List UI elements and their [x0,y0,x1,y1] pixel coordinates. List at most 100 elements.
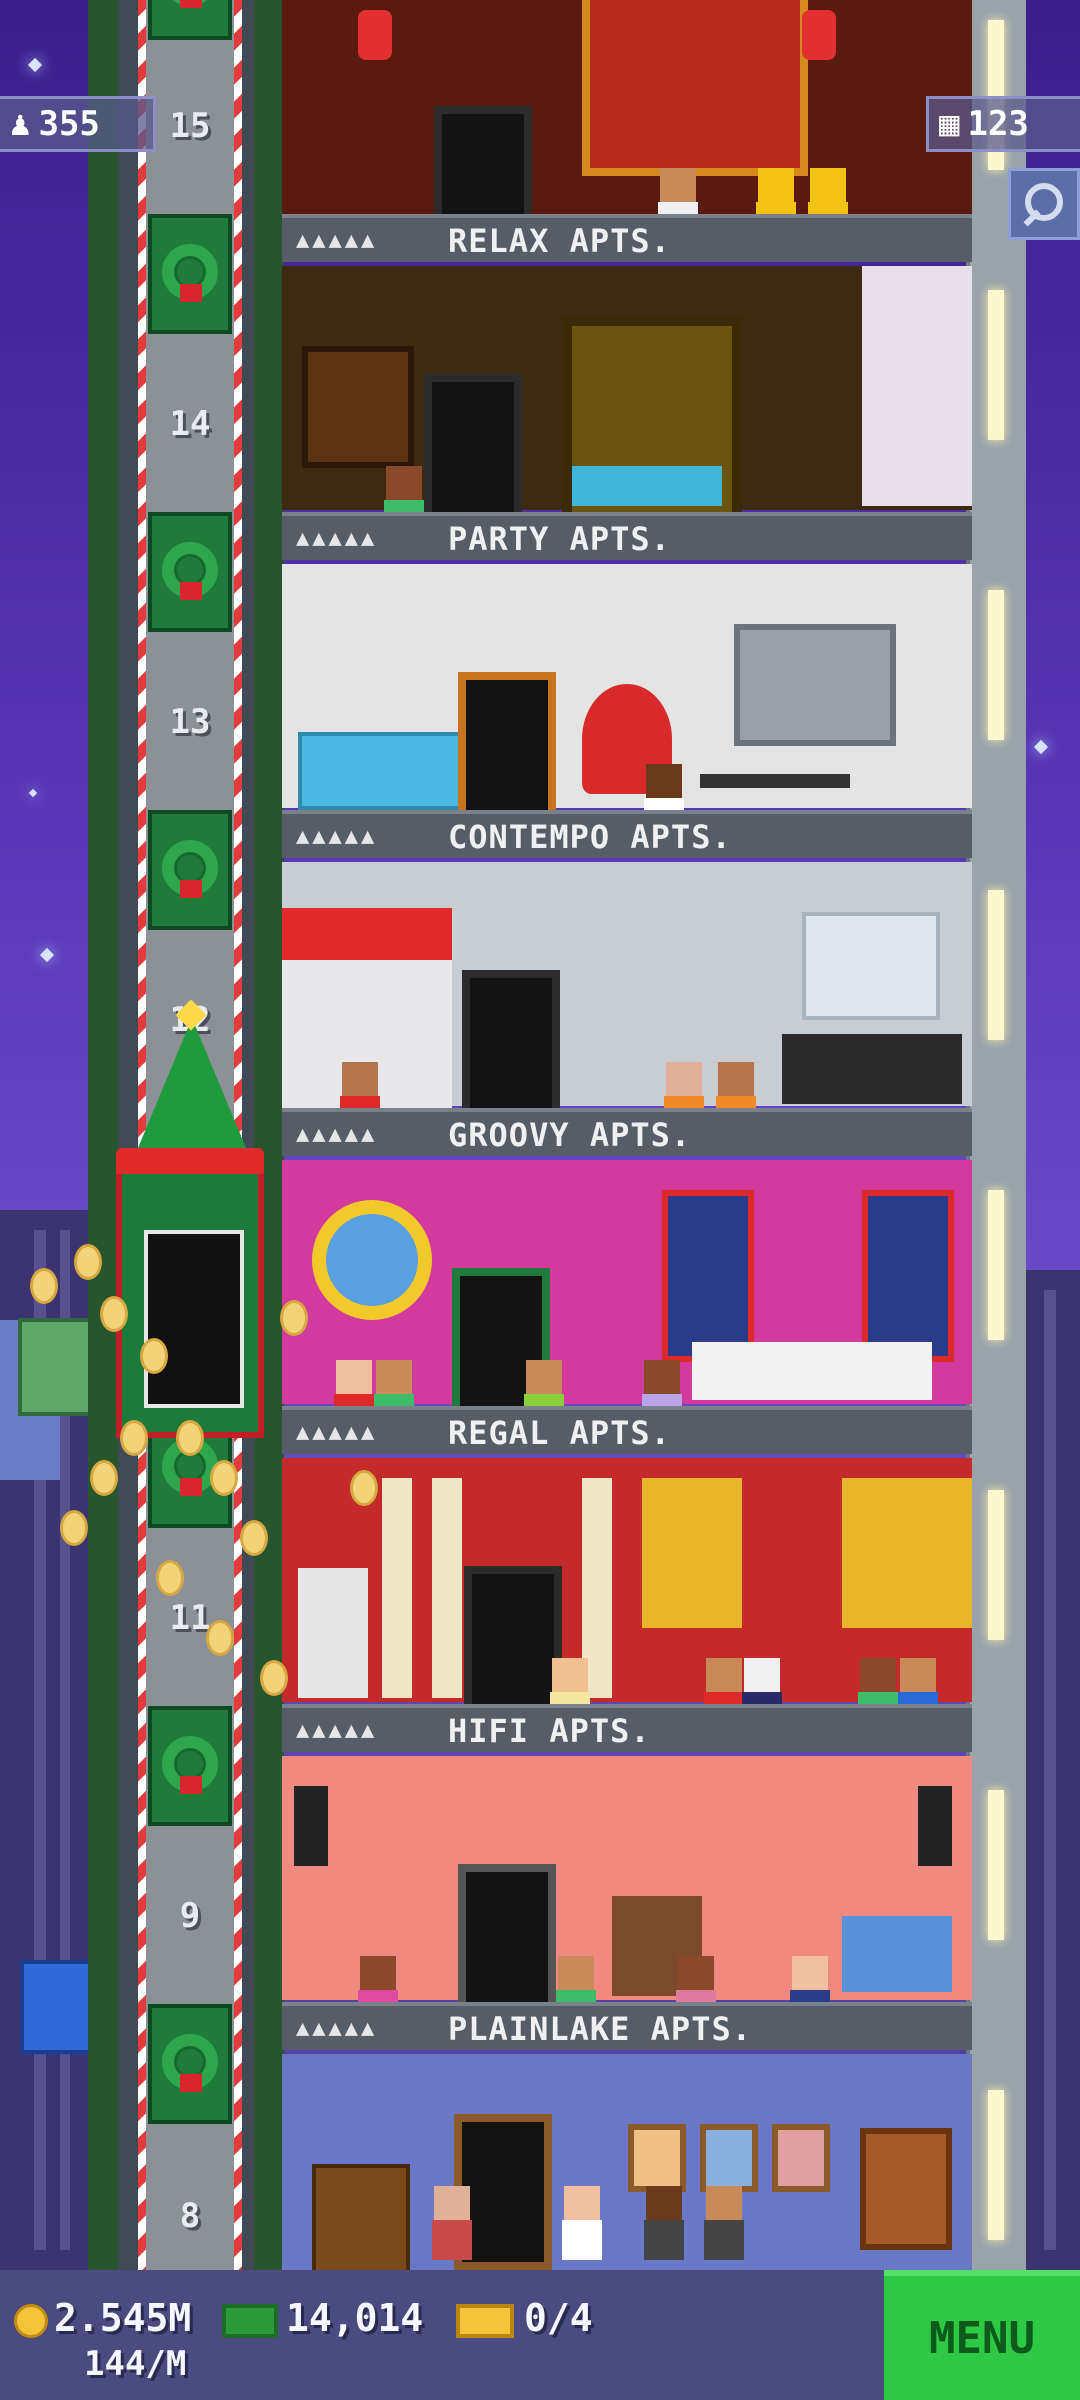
lantern [358,10,392,60]
tenant[interactable] [642,2186,686,2270]
coins-value: 2.545M [54,2296,192,2340]
bed [782,1034,962,1104]
floor-count-value: 123 [967,104,1029,144]
window [302,346,414,468]
coin-particle [156,1560,184,1596]
couch [298,732,466,810]
search-icon[interactable] [1008,168,1080,240]
coin-particle [90,1460,118,1496]
floor-8[interactable] [282,2054,972,2270]
union-jack [662,1190,754,1362]
tenant[interactable] [560,2186,604,2270]
column [382,1478,412,1698]
floor-sign-label: PARTY APTS. [448,520,671,558]
person-icon: ♟ [10,104,31,144]
coin-particle [30,1268,58,1304]
coin-particle [260,1660,288,1696]
floor-sign-label: REGAL APTS. [448,1414,671,1452]
tickets-counter[interactable]: 0/4 [456,2296,593,2340]
white-couch [692,1342,932,1400]
coin-particle [120,1420,148,1456]
floor-sign-label: HIFI APTS. [448,1712,651,1750]
floor-sign: ▲▲▲▲▲ REGAL APTS. [282,1406,972,1454]
picture-frame [772,2124,830,2192]
menu-button[interactable]: MENU [884,2270,1080,2400]
christmas-tree [138,1018,246,1148]
speaker [918,1786,952,1866]
floor-number: 14 [169,404,211,444]
floor-count-counter[interactable]: ▦ 123 [926,96,1080,152]
gold-curtain [642,1478,742,1628]
floor-sign: ▲▲▲▲▲ RELAX APTS. [282,214,972,262]
population-value: 355 [38,104,100,144]
tenant[interactable] [430,2186,474,2270]
floor-sign: ▲▲▲▲▲ GROOVY APTS. [282,1108,972,1156]
floor-relax-apts[interactable]: ▲▲▲▲▲ RELAX APTS. [282,0,972,262]
floor-sign-label: PLAINLAKE APTS. [448,2010,752,2048]
floor-sign-label: RELAX APTS. [448,222,671,260]
couch [842,1916,952,1992]
coin-particle [176,1420,204,1456]
floor-number: 9 [179,1896,201,1936]
dragon-tapestry [582,0,808,176]
bux-counter[interactable]: 14,014 [222,2296,423,2340]
statue [298,1568,368,1698]
speaker [294,1786,328,1866]
bed [572,466,722,506]
coin-particle [100,1296,128,1332]
floor-sign-label: CONTEMPO APTS. [448,818,732,856]
lantern [802,10,836,60]
column [432,1478,462,1698]
bookshelf [312,2164,410,2270]
floor-sign: ▲▲▲▲▲ PARTY APTS. [282,512,972,560]
picture-frame [700,2124,758,2192]
floor-sign: ▲▲▲▲▲ HIFI APTS. [282,1704,972,1752]
coffee-table [700,774,850,788]
curtain [862,266,972,506]
floor-plainlake-apts[interactable]: ▲▲▲▲▲ PLAINLAKE APTS. [282,1756,972,2050]
sky-star [28,788,38,798]
peace-sign [312,1200,432,1320]
population-counter[interactable]: ♟ 355 [0,96,156,152]
billboard-screen [20,1960,94,2054]
gold-curtain [842,1478,972,1628]
wreath-decoration [148,1706,232,1826]
coins-counter[interactable]: 2.545M [14,2296,191,2340]
floor-sign: ▲▲▲▲▲ CONTEMPO APTS. [282,810,972,858]
union-jack [862,1190,954,1362]
shelf [802,912,940,1020]
coin-particle [206,1620,234,1656]
coin-icon [14,2303,48,2338]
window [860,2128,952,2250]
ticket-icon [456,2303,514,2338]
coin-particle [350,1470,378,1506]
wreath-decoration [148,810,232,930]
wreath-decoration [148,2004,232,2124]
coin-particle [210,1460,238,1496]
tv [734,624,896,746]
floor-hifi-apts[interactable]: ▲▲▲▲▲ HIFI APTS. [282,1458,972,1752]
coins-rate: 144/M [84,2344,187,2384]
tickets-value: 0/4 [524,2296,593,2340]
coin-particle [280,1300,308,1336]
building-grid-icon: ▦ [939,104,960,144]
floor-contempo-apts[interactable]: ▲▲▲▲▲ CONTEMPO APTS. [282,564,972,858]
building-right-frame [966,0,1026,2270]
sky-star [39,947,55,963]
floor-number: 13 [169,702,211,742]
tenant[interactable] [702,2186,746,2270]
floor-groovy-apts[interactable]: ▲▲▲▲▲ GROOVY APTS. [282,862,972,1156]
floor-regal-apts[interactable]: ▲▲▲▲▲ REGAL APTS. [282,1160,972,1454]
wreath-decoration [148,0,232,40]
elevator-car[interactable] [116,1148,264,1438]
sky-star [1033,739,1049,755]
wreath-decoration [148,214,232,334]
floor-number: 8 [179,2196,201,2236]
coin-particle [60,1510,88,1546]
floor-party-apts[interactable]: ▲▲▲▲▲ PARTY APTS. [282,266,972,560]
billboard [18,1318,96,1416]
wreath-decoration [148,512,232,632]
coin-particle [74,1244,102,1280]
cash-icon [222,2303,278,2338]
bux-value: 14,014 [286,2296,424,2340]
